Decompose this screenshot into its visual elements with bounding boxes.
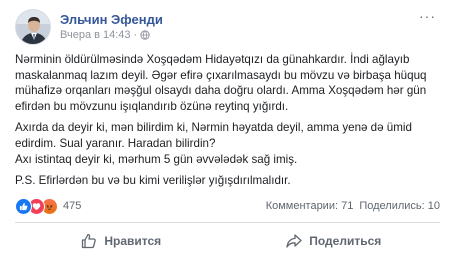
post-header: Эльчин Эфенди Вчера в 14:43 · ··· bbox=[15, 9, 440, 51]
meta-separator: · bbox=[133, 29, 138, 41]
globe-icon[interactable] bbox=[140, 30, 150, 40]
like-reaction-icon bbox=[15, 197, 32, 215]
post-paragraph: Nərminin öldürülməsində Xoşqədəm Hidayət… bbox=[15, 53, 427, 113]
share-button[interactable]: Поделиться bbox=[228, 226, 441, 256]
post-paragraph: P.S. Efirlərdən bu və bu kimi verilişlər… bbox=[15, 174, 291, 188]
post-paragraph: Axırda da deyir ki, mən bilirdim ki, Nər… bbox=[15, 121, 412, 150]
like-button[interactable]: Нравится bbox=[15, 226, 228, 256]
like-button-label: Нравится bbox=[104, 234, 162, 248]
author-avatar[interactable] bbox=[15, 9, 51, 45]
post-actions: Нравится Поделиться bbox=[15, 226, 440, 256]
shares-count[interactable]: Поделились: 10 bbox=[359, 200, 440, 212]
post-paragraph: Axı istintaq deyir ki, mərhum 5 gün əvvə… bbox=[15, 152, 298, 166]
post-meta: Вчера в 14:43 · bbox=[60, 29, 150, 41]
action-divider bbox=[15, 222, 440, 223]
facebook-post-card: Эльчин Эфенди Вчера в 14:43 · ··· Nərmin… bbox=[0, 0, 450, 261]
author-name[interactable]: Эльчин Эфенди bbox=[60, 12, 163, 27]
post-body: Nərminin öldürülməsində Xoşqədəm Hidayət… bbox=[15, 52, 440, 195]
reaction-count: 475 bbox=[63, 200, 82, 212]
thumbs-up-icon bbox=[82, 233, 97, 249]
comments-count[interactable]: Комментарии: 71 bbox=[266, 200, 354, 212]
engagement-counts: Комментарии: 71 Поделились: 10 bbox=[266, 200, 440, 212]
avatar-photo bbox=[16, 10, 50, 44]
reactions-summary[interactable]: 475 bbox=[15, 197, 82, 215]
more-options-icon[interactable]: ··· bbox=[419, 9, 436, 23]
post-stats: 475 Комментарии: 71 Поделились: 10 bbox=[15, 196, 440, 216]
share-arrow-icon bbox=[286, 234, 302, 248]
post-timestamp[interactable]: Вчера в 14:43 bbox=[60, 29, 131, 41]
share-button-label: Поделиться bbox=[309, 234, 382, 248]
